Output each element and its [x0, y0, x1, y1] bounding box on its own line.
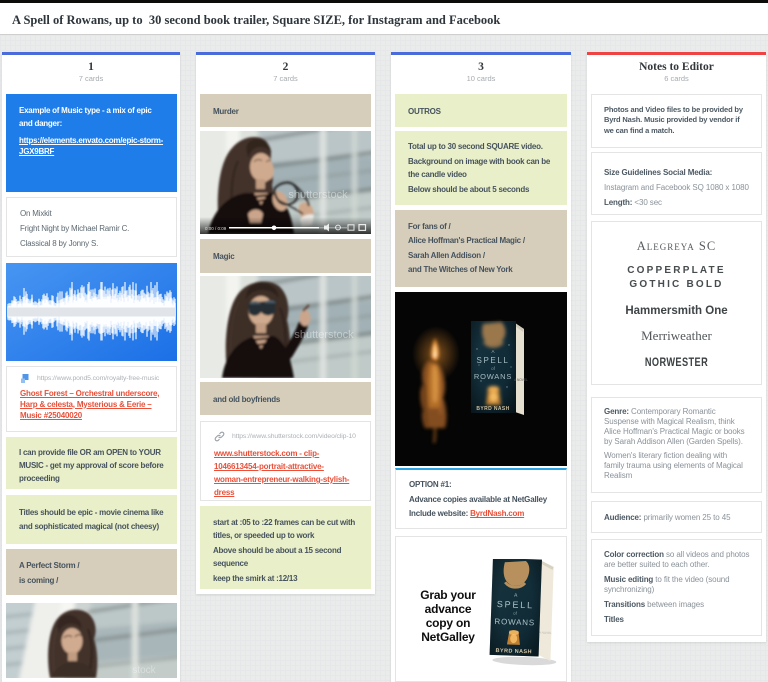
svg-text:BYRD NASH: BYRD NASH	[476, 406, 509, 412]
svg-text:stock: stock	[132, 665, 156, 676]
svg-text:A NOVEL: A NOVEL	[514, 378, 528, 382]
svg-text:ROWANS: ROWANS	[494, 617, 535, 627]
svg-text:A: A	[491, 349, 494, 354]
svg-text:A NOVEL: A NOVEL	[539, 631, 552, 635]
svg-text:shutterstock: shutterstock	[288, 189, 348, 201]
svg-text:SPELL: SPELL	[477, 356, 510, 365]
svg-text:BYRD NASH: BYRD NASH	[495, 648, 531, 655]
svg-text:0:00 / 0:09: 0:00 / 0:09	[205, 226, 227, 231]
svg-text:ROWANS: ROWANS	[474, 372, 512, 381]
svg-text:shutterstock: shutterstock	[294, 329, 354, 341]
svg-text:SPELL: SPELL	[497, 599, 534, 610]
